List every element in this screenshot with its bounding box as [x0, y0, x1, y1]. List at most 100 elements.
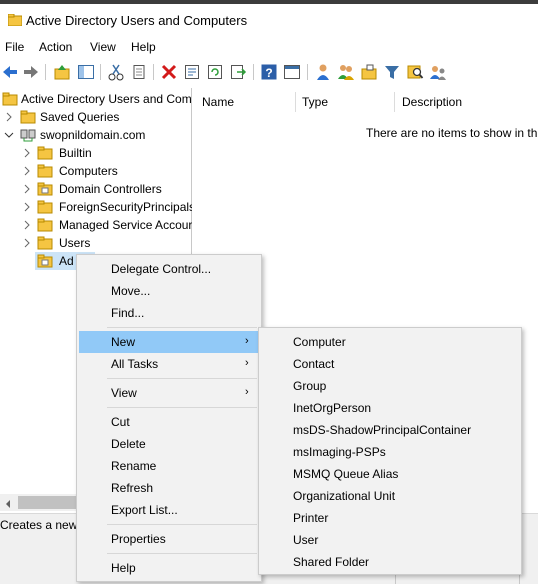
menu-item-label: All Tasks: [111, 357, 159, 371]
tree-item-foreign-security-principals[interactable]: ForeignSecurityPrincipals: [0, 198, 192, 216]
back-icon[interactable]: [1, 63, 19, 81]
menu-item-label: Refresh: [111, 481, 154, 495]
column-header-description[interactable]: Description: [402, 95, 462, 109]
find-icon[interactable]: [406, 63, 424, 81]
tree-item-domain[interactable]: swopnildomain.com: [0, 126, 192, 144]
tree-item-label: swopnildomain.com: [40, 128, 146, 142]
window-title: Active Directory Users and Computers: [26, 13, 248, 28]
menu-item-label: msImaging-PSPs: [293, 445, 386, 459]
folder-icon: [37, 200, 53, 214]
tree-item-label: Builtin: [59, 146, 92, 160]
column-divider[interactable]: [394, 92, 395, 112]
add-to-group-icon[interactable]: [429, 63, 447, 81]
menu-item-label: Computer: [293, 335, 346, 349]
cut-icon[interactable]: [107, 63, 125, 81]
submenu-item-contact[interactable]: Contact: [261, 353, 519, 375]
app-folder-icon: [7, 13, 23, 27]
folder-icon: [20, 110, 36, 124]
menu-file[interactable]: File: [5, 40, 24, 54]
submenu-item-user[interactable]: User: [261, 529, 519, 551]
export-icon[interactable]: [229, 63, 247, 81]
menu-item-all-tasks[interactable]: All Tasks ›: [79, 353, 259, 375]
menu-item-find[interactable]: Find...: [79, 302, 259, 324]
menu-item-cut[interactable]: Cut: [79, 411, 259, 433]
menu-item-properties[interactable]: Properties: [79, 528, 259, 550]
menu-item-label: Rename: [111, 459, 157, 473]
menu-action[interactable]: Action: [39, 40, 72, 54]
new-group-icon[interactable]: [337, 63, 355, 81]
menu-item-help[interactable]: Help: [79, 557, 259, 579]
context-menu: Delegate Control... Move... Find... New …: [76, 254, 262, 582]
column-header-type[interactable]: Type: [302, 95, 328, 109]
tree-item-label: Managed Service Accour: [59, 218, 192, 232]
menu-separator: [107, 407, 257, 408]
chevron-right-icon[interactable]: [4, 111, 14, 122]
menu-item-rename[interactable]: Rename: [79, 455, 259, 477]
toolbar-separator: [153, 64, 154, 80]
toolbar: ?: [0, 60, 538, 86]
submenu-item-organizational-unit[interactable]: Organizational Unit: [261, 485, 519, 507]
copy-icon[interactable]: [130, 63, 148, 81]
chevron-right-icon: ›: [245, 386, 249, 398]
menu-help[interactable]: Help: [131, 40, 156, 54]
menu-item-label: Move...: [111, 284, 151, 298]
menu-item-delegate-control[interactable]: Delegate Control...: [79, 258, 259, 280]
submenu-item-printer[interactable]: Printer: [261, 507, 519, 529]
chevron-down-icon[interactable]: [4, 129, 14, 139]
menu-item-refresh[interactable]: Refresh: [79, 477, 259, 499]
submenu-item-msmq-queue-alias[interactable]: MSMQ Queue Alias: [261, 463, 519, 485]
chevron-right-icon[interactable]: [22, 165, 32, 176]
up-folder-icon[interactable]: [53, 63, 71, 81]
properties-icon[interactable]: [183, 63, 201, 81]
menu-view[interactable]: View: [90, 40, 116, 54]
filter-icon[interactable]: [383, 63, 401, 81]
menu-item-export-list[interactable]: Export List...: [79, 499, 259, 521]
chevron-right-icon[interactable]: [22, 219, 32, 230]
menu-item-label: InetOrgPerson: [293, 401, 372, 415]
menu-item-delete[interactable]: Delete: [79, 433, 259, 455]
submenu-item-shared-folder[interactable]: Shared Folder: [261, 551, 519, 573]
help-icon[interactable]: ?: [260, 63, 278, 81]
scroll-left-icon[interactable]: [3, 498, 13, 508]
chevron-right-icon[interactable]: [22, 147, 32, 158]
refresh-icon[interactable]: [206, 63, 224, 81]
submenu-item-group[interactable]: Group: [261, 375, 519, 397]
console-tree-icon[interactable]: [77, 63, 95, 81]
new-ou-icon[interactable]: [360, 63, 378, 81]
forward-icon[interactable]: [22, 63, 40, 81]
folder-icon: [37, 236, 53, 250]
menu-item-move[interactable]: Move...: [79, 280, 259, 302]
toolbar-separator: [307, 64, 308, 80]
tree-item-domain-controllers[interactable]: Domain Controllers: [0, 180, 192, 198]
menu-item-label: View: [111, 386, 137, 400]
menu-item-label: Contact: [293, 357, 335, 371]
snapin-folder-icon: [2, 92, 18, 106]
tree-item-computers[interactable]: Computers: [0, 162, 192, 180]
tree-root[interactable]: Active Directory Users and Com: [0, 90, 192, 108]
submenu-item-computer[interactable]: Computer: [261, 331, 519, 353]
submenu-item-inetorgperson[interactable]: InetOrgPerson: [261, 397, 519, 419]
column-divider[interactable]: [295, 92, 296, 112]
chevron-right-icon[interactable]: [22, 201, 32, 212]
delete-icon[interactable]: [160, 63, 178, 81]
show-pane-icon[interactable]: [283, 63, 301, 81]
new-submenu: Computer Contact Group InetOrgPerson msD…: [258, 327, 522, 575]
tree-item-builtin[interactable]: Builtin: [0, 144, 192, 162]
submenu-item-shadow-principal-container[interactable]: msDS-ShadowPrincipalContainer: [261, 419, 519, 441]
empty-list-message: There are no items to show in thi: [366, 126, 538, 140]
tree-item-users[interactable]: Users: [0, 234, 192, 252]
menu-item-view[interactable]: View ›: [79, 382, 259, 404]
tree-item-managed-service-accounts[interactable]: Managed Service Accour: [0, 216, 192, 234]
column-header-name[interactable]: Name: [202, 95, 234, 109]
tree-item-label: ForeignSecurityPrincipals: [59, 200, 192, 214]
chevron-right-icon[interactable]: [22, 183, 32, 194]
tree-item-saved-queries[interactable]: Saved Queries: [0, 108, 192, 126]
menu-item-label: Export List...: [111, 503, 178, 517]
chevron-right-icon[interactable]: [22, 237, 32, 248]
menu-item-label: New: [111, 335, 136, 349]
new-user-icon[interactable]: [314, 63, 332, 81]
menu-item-label: Properties: [111, 532, 166, 546]
menu-item-new[interactable]: New ›: [79, 331, 259, 353]
toolbar-separator: [45, 64, 46, 80]
submenu-item-msimaging-psps[interactable]: msImaging-PSPs: [261, 441, 519, 463]
